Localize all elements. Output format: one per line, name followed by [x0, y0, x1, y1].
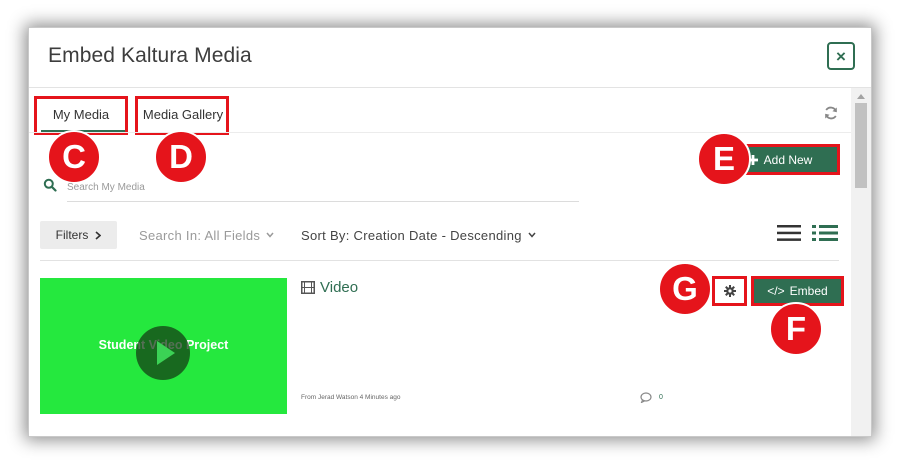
- filters-label: Filters: [55, 228, 89, 242]
- annotation-marker-e: E: [697, 132, 751, 186]
- scroll-thumb[interactable]: [855, 103, 867, 188]
- play-icon[interactable]: [136, 326, 190, 380]
- search-icon: [43, 178, 57, 192]
- sort-by-label: Sort By: Creation Date - Descending: [301, 227, 522, 243]
- annotation-marker-g: G: [658, 262, 712, 316]
- comment-count-value: 0: [659, 394, 663, 401]
- entry-meta: From Jerad Watson 4 Minutes ago: [301, 394, 401, 401]
- results-divider: [40, 260, 839, 261]
- embed-kaltura-media-modal: Embed Kaltura Media × My Media Media Gal…: [29, 28, 871, 436]
- chevron-down-icon: [528, 232, 536, 238]
- detail-view-icon[interactable]: [812, 224, 838, 242]
- modal-title: Embed Kaltura Media: [48, 44, 252, 67]
- entry-title-text: Video: [320, 279, 359, 296]
- close-icon: ×: [836, 46, 846, 66]
- comment-count: 0: [640, 392, 663, 403]
- chevron-right-icon: [95, 230, 102, 240]
- video-thumbnail[interactable]: Student Video Project: [40, 278, 287, 414]
- refresh-icon[interactable]: [823, 105, 839, 121]
- search-underline: [67, 201, 579, 202]
- annotation-box-my-media: [34, 96, 128, 135]
- list-view-icon[interactable]: [777, 225, 801, 241]
- search-input[interactable]: [67, 176, 579, 198]
- entry-title[interactable]: Video: [301, 279, 358, 296]
- scrollbar[interactable]: [851, 88, 871, 436]
- sort-by-dropdown[interactable]: Sort By: Creation Date - Descending: [301, 221, 536, 249]
- close-button[interactable]: ×: [827, 42, 855, 70]
- chevron-down-icon: [266, 232, 274, 238]
- film-icon: [301, 281, 315, 294]
- search-in-dropdown[interactable]: Search In: All Fields: [139, 221, 274, 249]
- annotation-marker-f: F: [769, 302, 823, 356]
- search-in-label: Search In: All Fields: [139, 227, 261, 243]
- filters-button[interactable]: Filters: [40, 221, 117, 249]
- comment-icon: [640, 392, 652, 403]
- scroll-up-icon[interactable]: [857, 94, 865, 99]
- modal-header: Embed Kaltura Media ×: [29, 28, 871, 88]
- annotation-box-gear: [712, 276, 747, 306]
